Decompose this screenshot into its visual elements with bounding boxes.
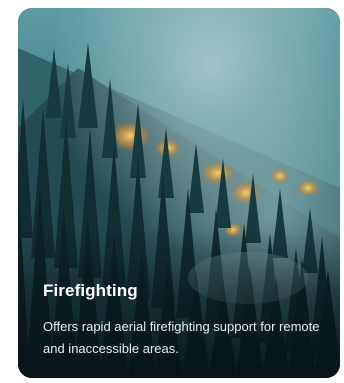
card-description: Offers rapid aerial firefighting support… — [43, 319, 320, 356]
firefighting-card[interactable]: Firefighting Offers rapid aerial firefig… — [18, 8, 340, 378]
card-title: Firefighting — [43, 281, 138, 300]
